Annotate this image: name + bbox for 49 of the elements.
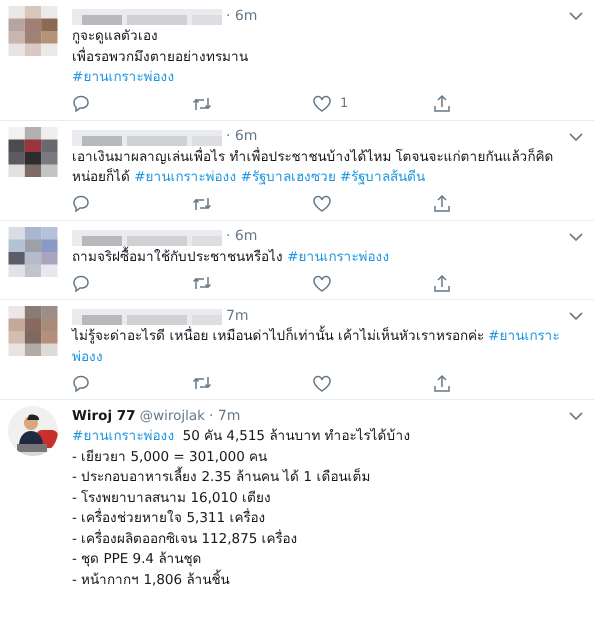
tweet-text: #ยานเกราะพ่องง 50 คัน 4,515 ล้านบาท ทำอะไรได้บ้าง [72, 427, 412, 446]
tweet-text: - เครื่องผลิตออกซิเจน 112,875 เครื่อง [72, 528, 299, 548]
tweet-text: - ประกอบอาหารเลี้ยง 2.35 ล้านคน ได้ 1 เดือนเต็ม [72, 467, 584, 488]
tweet-text: - ชุด PPE 9.4 ล้านชุด [72, 550, 202, 569]
tweet-time: · 6m [226, 227, 258, 246]
hashtag-link[interactable]: พ่องง [72, 348, 103, 364]
reply-icon [72, 274, 90, 292]
retweet-icon [192, 374, 212, 392]
retweet-icon [192, 274, 212, 292]
tweet-text: หน่อยก็ได้ #ยานเกราะพ่องง #รัฐบาลเฮงซวย #รัฐบาลส้นตีน [72, 167, 426, 187]
hashtag-link[interactable]: #ยานเกราะ [488, 328, 560, 344]
hashtag-link[interactable]: #ยานเกราะพ่องง [287, 248, 390, 264]
author-handle: @wirojlak [140, 406, 205, 426]
reply-icon [72, 374, 90, 392]
tweet-text: - โรงพยาบาลสนาม 16,010 เตียง [72, 488, 272, 508]
chevron-down-icon[interactable] [568, 11, 584, 21]
chevron-down-icon[interactable] [568, 311, 584, 321]
share-icon [432, 274, 452, 292]
reply-icon [72, 94, 90, 113]
tweet-text: - เยียวยา 5,000 = 301,000 คน [72, 448, 268, 466]
tweet-text: - เครื่องช่วยหายใจ 5,311 เครื่อง [72, 508, 266, 528]
heart-icon [312, 94, 332, 113]
tweet-text: ถามจริฝซื้อมาใช้กับประชาชนหรือไง #ยานเกราะพ่องง [72, 246, 391, 266]
hashtag-link[interactable]: #รัฐบาลส้นตีน [340, 169, 426, 185]
tweet-text: ไม่รู้จะด่าอะไรดี เหนื่อย เหมือนด่าไปก็เท่านั้น เค้าไม่เห็นหัวเราหรอกค่ะ #ยานเกราะ [72, 326, 584, 346]
tweet-time: 7m [226, 306, 249, 326]
heart-icon [312, 374, 332, 392]
hashtag-link[interactable]: #ยานเกราะพ่องง [72, 428, 174, 444]
heart-icon [312, 194, 332, 213]
tweet-text: เอาเงินมาผลาญเล่นเพื่อไร ทำเพื่อประชาชนบ้างได้ไหม โตจนจะแก่ตายกันแล้วก็คิด [72, 146, 555, 166]
hashtag-link[interactable]: #ยานเกราะพ่องง [134, 169, 237, 185]
hashtag-link[interactable]: #ยานเกราะพ่องง [72, 69, 174, 85]
tweet-time: · 6m [226, 6, 258, 26]
tweet-text: - หน้ากากฯ 1,806 ล้านชิ้น [72, 570, 230, 590]
tweet-text: กูจะดูแลตัวเอง [72, 27, 159, 46]
share-icon [432, 194, 452, 213]
author-name: Wiroj 77 [72, 406, 136, 426]
chevron-down-icon[interactable] [568, 411, 584, 421]
hashtag-link[interactable]: #รัฐบาลเฮงซวย [240, 169, 336, 185]
like-button[interactable]: 1 [312, 94, 432, 114]
tweet-text: เพื่อรอพวกมึงตายอย่างทรมาน [72, 46, 249, 66]
share-icon [432, 94, 452, 113]
reply-icon [72, 194, 90, 213]
chevron-down-icon[interactable] [568, 232, 584, 242]
chevron-down-icon[interactable] [568, 132, 584, 142]
tweet-time: · 7m [208, 406, 240, 426]
tweet-time: · 6m [226, 127, 258, 146]
share-icon [432, 374, 452, 392]
heart-icon [312, 274, 332, 292]
